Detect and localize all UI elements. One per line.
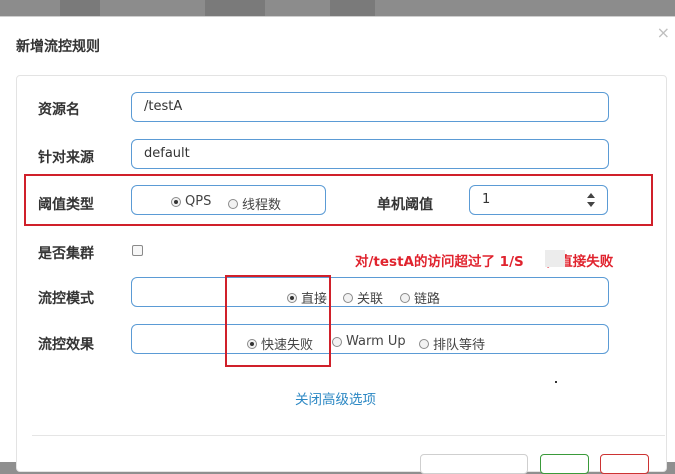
radio-unchecked-icon — [332, 336, 342, 347]
close-advanced-options-link[interactable]: 关闭高级选项 — [295, 388, 376, 408]
footer-button-close[interactable] — [600, 454, 649, 474]
flow-mode-label: 流控模式 — [38, 291, 94, 307]
highlight-box-mode-effect — [225, 275, 331, 367]
close-icon[interactable]: × — [657, 25, 670, 41]
background-toolbar — [0, 0, 675, 16]
blurred-region — [545, 250, 565, 267]
footer-button-cancel[interactable] — [420, 454, 528, 474]
flow-mode-relate-label: 关联 — [357, 292, 384, 307]
footer-button-add[interactable] — [540, 454, 589, 474]
effect-warm-up-option[interactable]: Warm Up — [332, 334, 406, 349]
footer-divider — [32, 435, 665, 436]
background-block — [60, 0, 100, 16]
effect-queue-label: 排队等待 — [433, 338, 486, 353]
form-panel — [16, 75, 667, 472]
control-effect-label: 流控效果 — [38, 337, 94, 353]
annotation-text: 对/testA的访问超过了 1/S ，直接失败 — [355, 250, 613, 270]
background-block — [330, 0, 375, 16]
highlight-box-threshold — [24, 174, 653, 226]
flow-mode-chain-option[interactable]: 链路 — [400, 288, 440, 307]
stray-dot — [555, 381, 557, 383]
radio-unchecked-icon — [419, 338, 429, 349]
cluster-checkbox[interactable] — [132, 245, 143, 256]
radio-unchecked-icon — [400, 292, 410, 303]
flow-mode-relate-option[interactable]: 关联 — [343, 288, 383, 307]
limit-app-input[interactable]: default — [131, 139, 609, 169]
radio-unchecked-icon — [343, 292, 353, 303]
flow-mode-chain-label: 链路 — [414, 292, 441, 307]
annotation-text-before: 对/testA的访问超过了 1/S — [355, 254, 524, 270]
background-block — [205, 0, 265, 16]
resource-name-input[interactable]: /testA — [131, 92, 609, 122]
cluster-label: 是否集群 — [38, 246, 94, 262]
effect-queue-option[interactable]: 排队等待 — [419, 334, 485, 353]
limit-app-label: 针对来源 — [38, 150, 94, 166]
resource-name-label: 资源名 — [38, 102, 80, 118]
dialog-title: 新增流控规则 — [16, 39, 100, 55]
effect-warm-up-label: Warm Up — [346, 334, 406, 349]
